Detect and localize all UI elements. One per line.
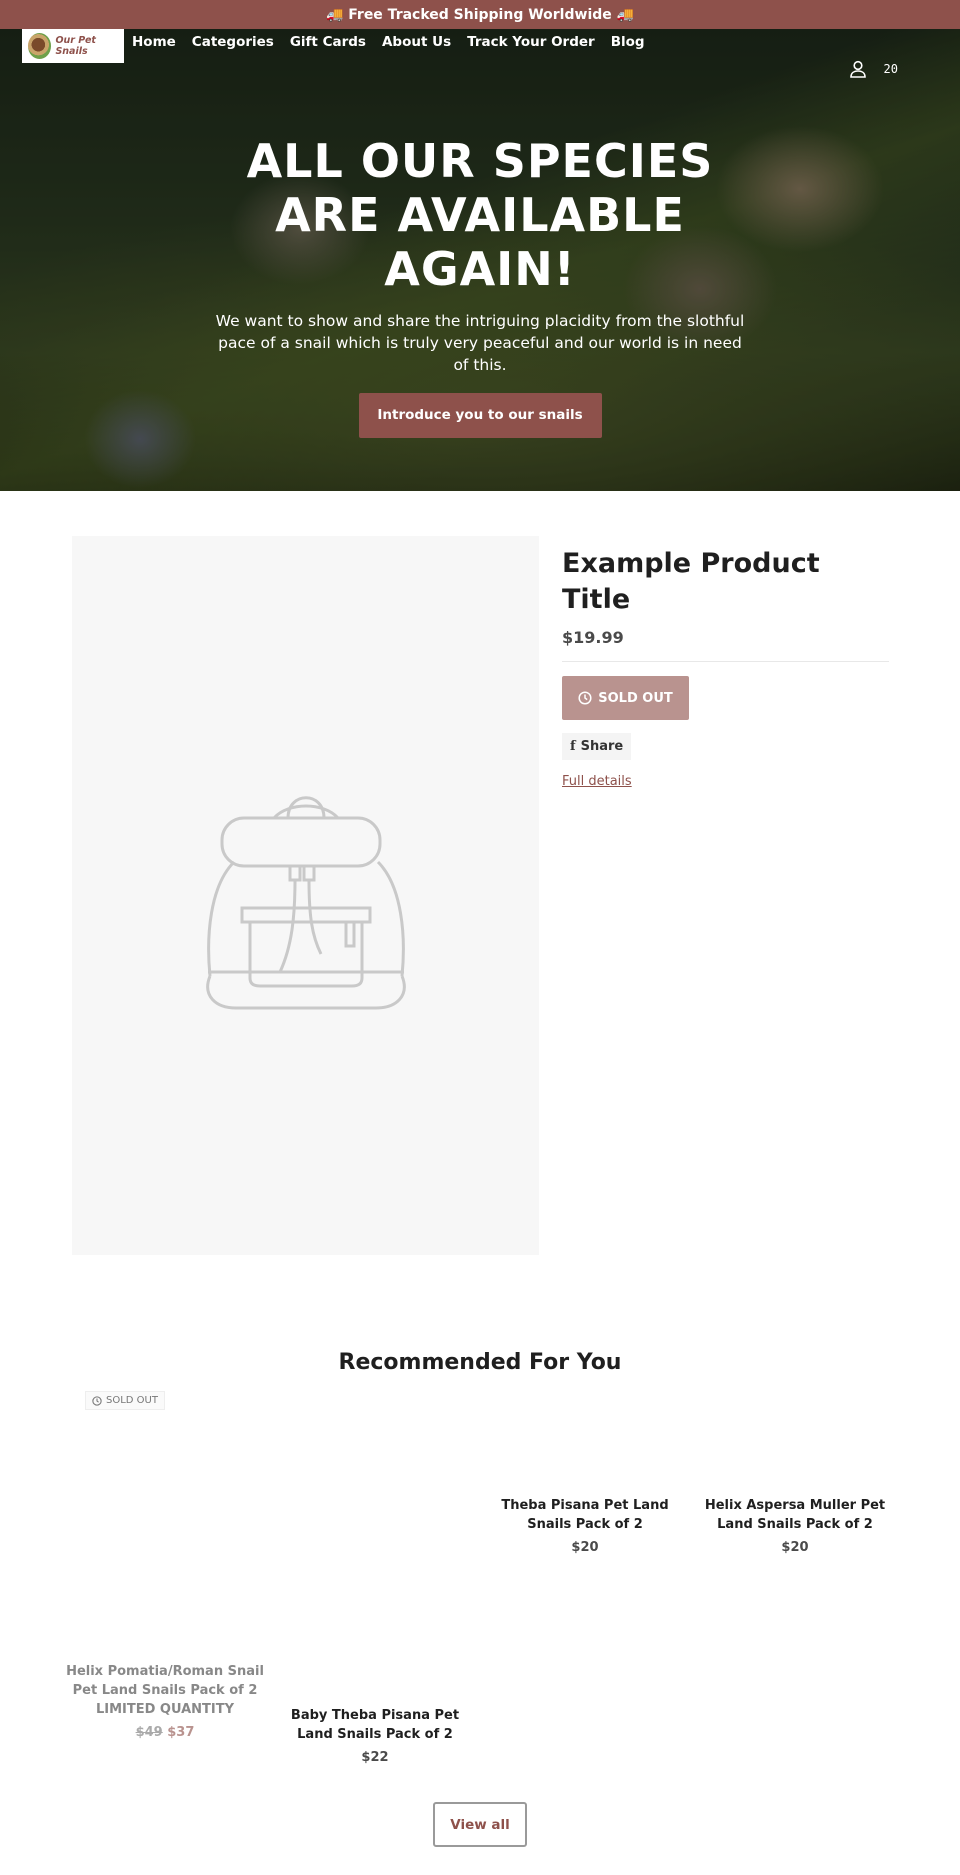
card-title: Helix Pomatia/Roman Snail Pet Land Snail… [66,1664,264,1717]
sold-out-label: SOLD OUT [598,690,673,706]
main-menu: Home Categories Gift Cards About Us Trac… [132,34,645,50]
recommended-title: Recommended For You [338,1350,622,1375]
full-details-link[interactable]: Full details [562,774,889,789]
logo-text: Our Pet Snails [55,35,96,57]
card-old-price: $49 [135,1725,163,1740]
product-card[interactable]: Theba Pisana Pet Land Snails Pack of 2 $… [485,1496,685,1557]
backpack-placeholder-icon [205,795,406,1009]
share-label: Share [580,739,624,754]
cart-count: 20 [883,62,898,76]
nav-blog[interactable]: Blog [611,34,645,50]
clock-icon [92,1395,102,1406]
product-info: Example Product Title $19.99 SOLD OUT f … [562,536,889,1255]
card-title: Theba Pisana Pet Land Snails Pack of 2 [501,1498,669,1532]
card-title: Baby Theba Pisana Pet Land Snails Pack o… [290,1708,460,1742]
nav-track-order[interactable]: Track Your Order [467,34,595,50]
cart-icon[interactable]: 20 [884,59,898,83]
product-card[interactable]: Baby Theba Pisana Pet Land Snails Pack o… [275,1706,475,1767]
product-image-placeholder [72,536,539,1255]
card-price: $22 [361,1750,389,1765]
share-button[interactable]: f Share [562,733,632,760]
badge-label: SOLD OUT [106,1395,158,1406]
hero-cta-button[interactable]: Introduce you to our snails [358,393,602,438]
site-logo[interactable]: Our Pet Snails [22,29,124,63]
clock-icon [578,691,592,705]
announcement-bar: 🚚 Free Tracked Shipping Worldwide 🚚 [0,0,960,29]
product-section: Example Product Title $19.99 SOLD OUT f … [0,491,960,1255]
nav-home[interactable]: Home [132,34,176,50]
header-icons: 20 [848,59,898,83]
product-card[interactable]: Helix Pomatia/Roman Snail Pet Land Snail… [65,1662,265,1742]
facebook-icon: f [570,739,576,754]
card-price: $49 $37 [65,1723,265,1742]
card-price: $20 [571,1540,599,1555]
site-header: Our Pet Snails Home Categories Gift Card… [0,29,960,69]
product-title: Example Product Title [562,548,820,615]
recommended-grid: SOLD OUT Helix Pomatia/Roman Snail Pet L… [0,1391,960,1791]
card-sale-price: $37 [167,1725,195,1740]
nav-about-us[interactable]: About Us [382,34,451,50]
account-icon[interactable] [848,59,868,83]
snail-logo-icon [28,33,52,59]
nav-gift-cards[interactable]: Gift Cards [290,34,366,50]
product-card[interactable]: Helix Aspersa Muller Pet Land Snails Pac… [695,1496,895,1557]
card-title: Helix Aspersa Muller Pet Land Snails Pac… [704,1498,886,1532]
announcement-text: 🚚 Free Tracked Shipping Worldwide 🚚 [325,6,635,23]
sold-out-badge: SOLD OUT [85,1391,165,1410]
nav-categories[interactable]: Categories [192,34,274,50]
hero-title: ALL OUR SPECIES ARE AVAILABLE AGAIN! [246,134,714,296]
hero-content: ALL OUR SPECIES ARE AVAILABLE AGAIN! We … [0,134,960,438]
hero-text: We want to show and share the intriguing… [215,312,745,374]
sold-out-button[interactable]: SOLD OUT [562,676,689,720]
view-all-button[interactable]: View all [433,1802,527,1847]
product-price: $19.99 [562,628,889,662]
hero-banner: Our Pet Snails Home Categories Gift Card… [0,29,960,491]
card-price: $20 [781,1540,809,1555]
